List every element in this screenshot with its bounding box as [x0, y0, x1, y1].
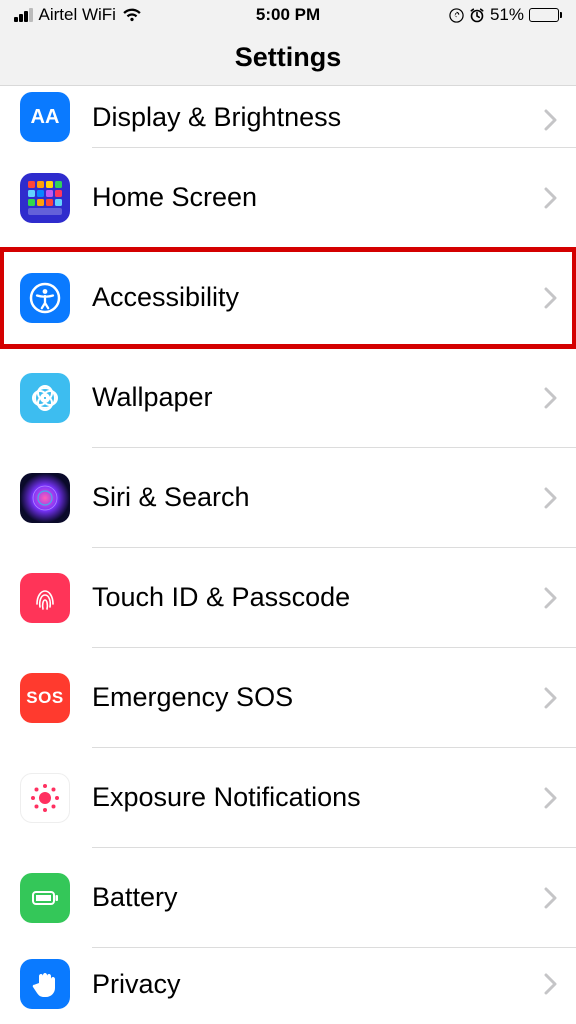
chevron-right-icon [544, 687, 558, 709]
display-brightness-icon: AA [20, 92, 70, 142]
row-label: Display & Brightness [92, 102, 341, 133]
chevron-right-icon [544, 287, 558, 309]
accessibility-icon [20, 273, 70, 323]
sos-icon: SOS [20, 673, 70, 723]
chevron-right-icon [544, 973, 558, 995]
fingerprint-icon [20, 573, 70, 623]
status-right: 51% [449, 5, 562, 25]
carrier-label: Airtel WiFi [39, 5, 116, 25]
chevron-right-icon [544, 787, 558, 809]
row-label: Emergency SOS [92, 682, 293, 713]
status-bar: Airtel WiFi 5:00 PM 51% [0, 0, 576, 30]
status-left: Airtel WiFi [14, 5, 142, 25]
wifi-icon [122, 8, 142, 22]
privacy-hand-icon [20, 959, 70, 1009]
chevron-right-icon [544, 187, 558, 209]
battery-percent: 51% [490, 5, 524, 25]
wallpaper-icon [20, 373, 70, 423]
chevron-right-icon [544, 587, 558, 609]
rotation-lock-icon [449, 8, 464, 23]
chevron-right-icon [544, 387, 558, 409]
settings-item-home-screen[interactable]: Home Screen [0, 148, 576, 248]
settings-item-battery[interactable]: Battery [0, 848, 576, 948]
settings-item-emergency-sos[interactable]: SOS Emergency SOS [0, 648, 576, 748]
battery-settings-icon [20, 873, 70, 923]
row-label: Wallpaper [92, 382, 213, 413]
exposure-notifications-icon [20, 773, 70, 823]
cellular-signal-icon [14, 8, 33, 22]
settings-item-display-brightness[interactable]: AA Display & Brightness [0, 86, 576, 148]
page-title: Settings [0, 30, 576, 86]
home-screen-icon [20, 173, 70, 223]
settings-item-touchid-passcode[interactable]: Touch ID & Passcode [0, 548, 576, 648]
chevron-right-icon [544, 109, 558, 131]
settings-list: AA Display & Brightness Home Screen Acce… [0, 86, 576, 1020]
settings-item-exposure-notifications[interactable]: Exposure Notifications [0, 748, 576, 848]
row-label: Accessibility [92, 282, 239, 313]
row-label: Battery [92, 882, 178, 913]
battery-icon [529, 8, 562, 22]
row-label: Home Screen [92, 182, 257, 213]
row-label: Touch ID & Passcode [92, 582, 350, 613]
clock: 5:00 PM [256, 5, 320, 25]
row-label: Exposure Notifications [92, 782, 361, 813]
siri-icon [20, 473, 70, 523]
row-label: Privacy [92, 969, 181, 1000]
settings-item-wallpaper[interactable]: Wallpaper [0, 348, 576, 448]
row-label: Siri & Search [92, 482, 250, 513]
settings-item-privacy[interactable]: Privacy [0, 948, 576, 1020]
chevron-right-icon [544, 487, 558, 509]
alarm-clock-icon [469, 7, 485, 23]
settings-item-siri-search[interactable]: Siri & Search [0, 448, 576, 548]
chevron-right-icon [544, 887, 558, 909]
settings-item-accessibility[interactable]: Accessibility [0, 248, 576, 348]
